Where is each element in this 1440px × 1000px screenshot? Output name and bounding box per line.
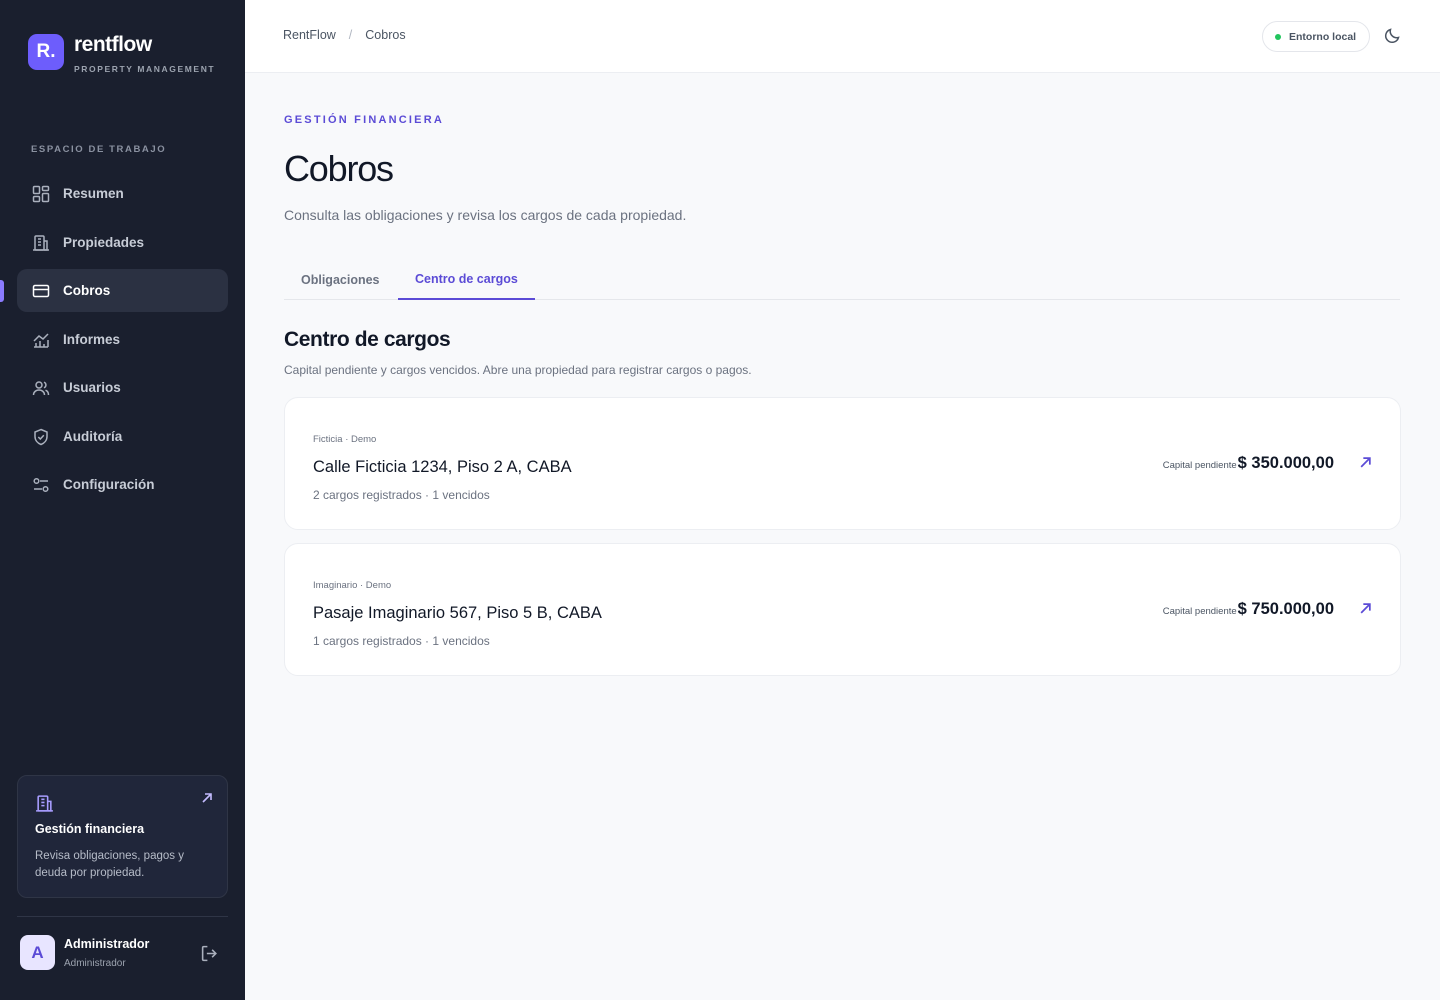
page-eyebrow: GESTIÓN FINANCIERA bbox=[284, 114, 444, 126]
dashboard-icon bbox=[31, 184, 51, 204]
promo-title: Gestión financiera bbox=[35, 822, 145, 836]
divider bbox=[17, 916, 228, 917]
sidebar-item-label: Auditoría bbox=[63, 429, 123, 444]
pending-capital-amount: $ 350.000,00 bbox=[1237, 454, 1334, 472]
sidebar-item-configuracion[interactable]: Configuración bbox=[17, 463, 228, 506]
brand-name: rentflow bbox=[74, 33, 152, 56]
arrow-up-right-icon[interactable] bbox=[1359, 602, 1372, 620]
brand-subtitle: PROPERTY MANAGEMENT bbox=[74, 64, 216, 74]
property-card[interactable]: Ficticia · Demo Calle Ficticia 1234, Pis… bbox=[284, 397, 1401, 530]
promo-card[interactable]: Gestión financiera Revisa obligaciones, … bbox=[17, 775, 228, 898]
topbar: RentFlow / Cobros Entorno local bbox=[245, 0, 1440, 73]
sidebar-item-resumen[interactable]: Resumen bbox=[17, 172, 228, 215]
arrow-up-right-icon[interactable] bbox=[201, 791, 213, 809]
promo-text: Revisa obligaciones, pagos y deuda por p… bbox=[35, 850, 184, 879]
workspace-section-label: ESPACIO DE TRABAJO bbox=[31, 144, 167, 155]
pending-capital-label: Capital pendiente bbox=[1162, 606, 1237, 617]
pending-capital-amount: $ 750.000,00 bbox=[1237, 600, 1334, 618]
avatar: A bbox=[20, 935, 55, 970]
logout-icon[interactable] bbox=[200, 944, 219, 968]
property-tag: Imaginario · Demo bbox=[313, 580, 392, 591]
breadcrumb: RentFlow / Cobros bbox=[283, 28, 406, 42]
credit-card-icon bbox=[31, 281, 51, 301]
tab-obligaciones[interactable]: Obligaciones bbox=[284, 259, 397, 300]
sidebar-item-label: Cobros bbox=[63, 283, 111, 298]
section-title: Centro de cargos bbox=[284, 328, 451, 351]
environment-badge: Entorno local bbox=[1262, 21, 1371, 52]
building-icon bbox=[35, 794, 54, 818]
sidebar: R. rentflow PROPERTY MANAGEMENT ESPACIO … bbox=[0, 0, 245, 1000]
brand-logo: R. bbox=[28, 34, 64, 70]
sidebar-item-propiedades[interactable]: Propiedades bbox=[17, 221, 228, 264]
property-meta: 1 cargos registrados · 1 vencidos bbox=[313, 634, 490, 648]
property-card[interactable]: Imaginario · Demo Pasaje Imaginario 567,… bbox=[284, 543, 1401, 676]
sidebar-item-auditoria[interactable]: Auditoría bbox=[17, 415, 228, 458]
sidebar-item-usuarios[interactable]: Usuarios bbox=[17, 366, 228, 409]
tabs: Obligaciones Centro de cargos bbox=[284, 259, 1400, 300]
chart-icon bbox=[31, 330, 51, 350]
sidebar-item-label: Informes bbox=[63, 332, 121, 347]
shield-icon bbox=[31, 427, 51, 447]
pending-capital: Capital pendiente $ 750.000,00 bbox=[1163, 600, 1334, 619]
status-dot-icon bbox=[1275, 33, 1281, 40]
sidebar-item-cobros[interactable]: Cobros bbox=[17, 269, 228, 312]
sidebar-item-informes[interactable]: Informes bbox=[17, 318, 228, 361]
property-meta: 2 cargos registrados · 1 vencidos bbox=[313, 488, 490, 502]
sliders-icon bbox=[31, 475, 51, 495]
brand[interactable]: R. rentflow PROPERTY MANAGEMENT bbox=[28, 34, 215, 74]
sidebar-item-label: Resumen bbox=[63, 186, 124, 201]
arrow-up-right-icon[interactable] bbox=[1359, 456, 1372, 474]
active-indicator bbox=[0, 280, 4, 302]
breadcrumb-item-cobros: Cobros bbox=[365, 28, 406, 42]
sidebar-item-label: Configuración bbox=[63, 477, 155, 492]
building-icon bbox=[31, 233, 51, 253]
user-profile[interactable]: A Administrador Administrador bbox=[20, 935, 149, 970]
property-tag: Ficticia · Demo bbox=[313, 434, 377, 445]
user-role: Administrador bbox=[64, 957, 126, 969]
sidebar-item-label: Usuarios bbox=[63, 380, 121, 395]
page-subtitle: Consulta las obligaciones y revisa los c… bbox=[284, 207, 687, 223]
breadcrumb-item-rentflow[interactable]: RentFlow bbox=[283, 28, 336, 42]
property-address: Pasaje Imaginario 567, Piso 5 B, CABA bbox=[313, 604, 602, 622]
pending-capital: Capital pendiente $ 350.000,00 bbox=[1163, 454, 1334, 473]
breadcrumb-separator: / bbox=[348, 28, 353, 42]
moon-icon[interactable] bbox=[1383, 27, 1401, 50]
property-address: Calle Ficticia 1234, Piso 2 A, CABA bbox=[313, 458, 572, 476]
pending-capital-label: Capital pendiente bbox=[1162, 460, 1237, 471]
page-title: Cobros bbox=[284, 148, 394, 189]
sidebar-item-label: Propiedades bbox=[63, 235, 145, 250]
tab-centro-de-cargos[interactable]: Centro de cargos bbox=[398, 259, 535, 300]
user-name: Administrador bbox=[64, 936, 150, 951]
users-icon bbox=[31, 378, 51, 398]
environment-label: Entorno local bbox=[1289, 30, 1357, 43]
section-subtitle: Capital pendiente y cargos vencidos. Abr… bbox=[284, 363, 752, 377]
